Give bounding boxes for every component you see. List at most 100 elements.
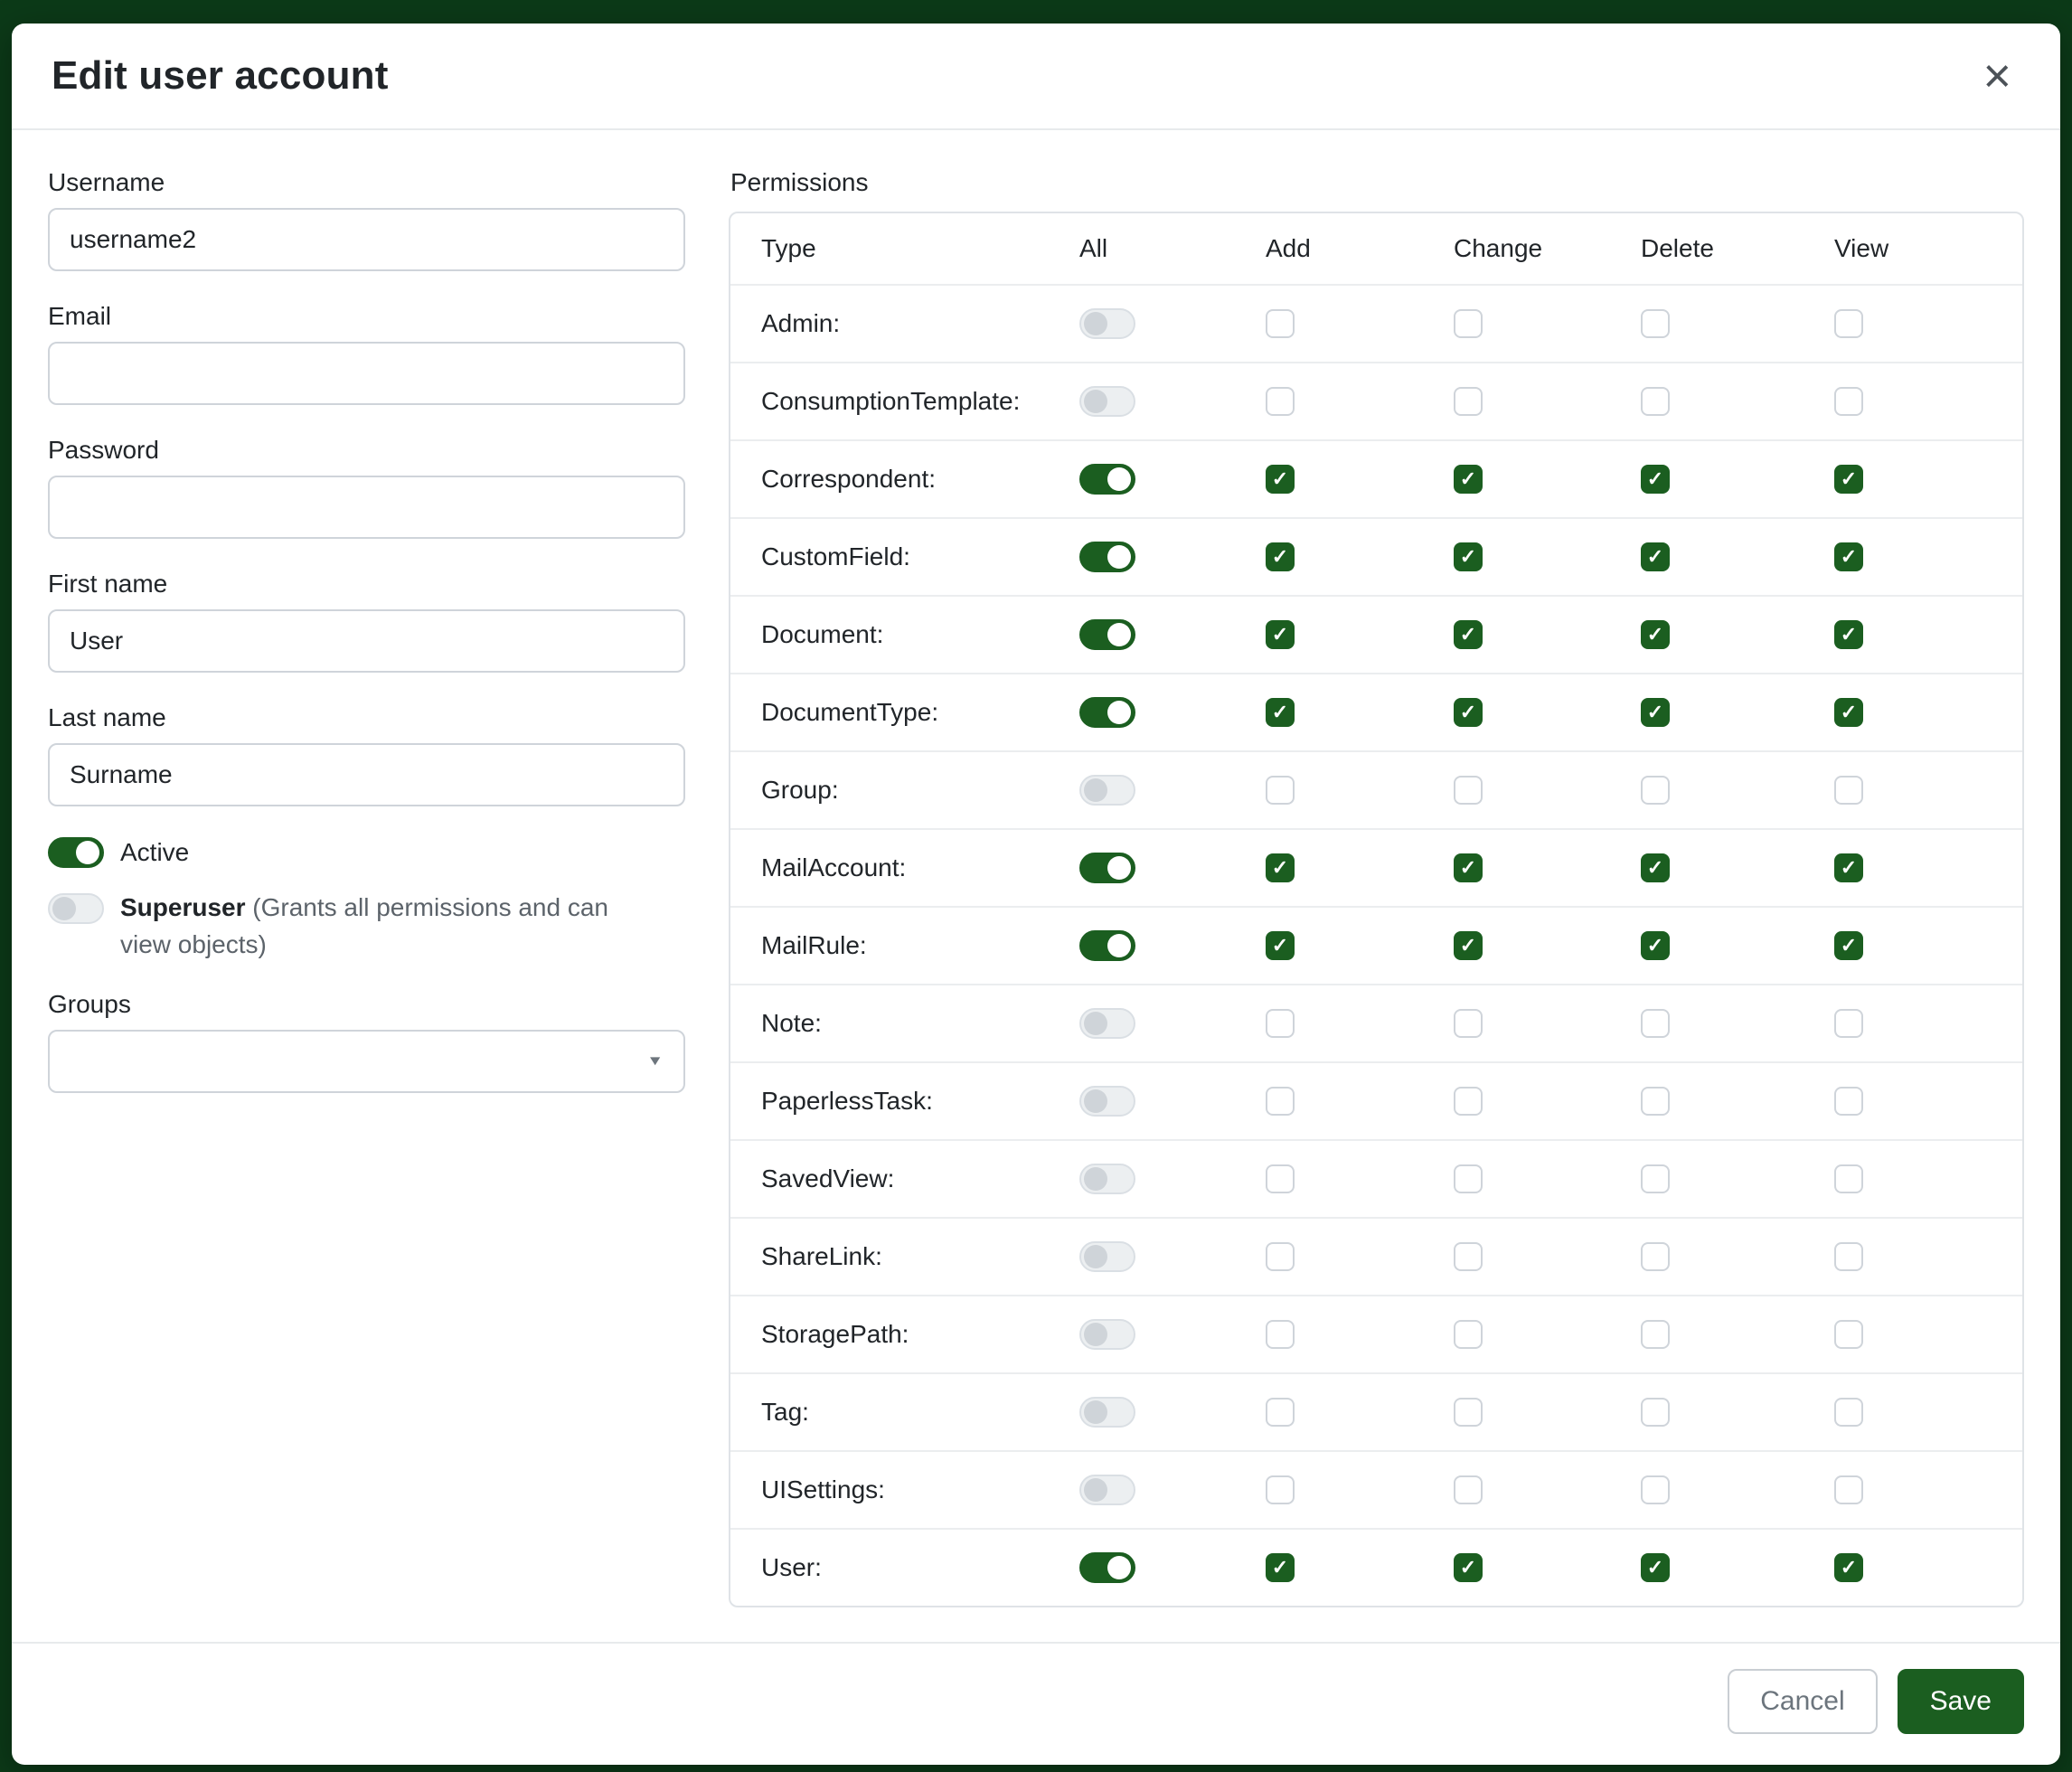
permission-all-toggle[interactable] bbox=[1079, 853, 1135, 883]
permission-all-toggle[interactable] bbox=[1079, 542, 1135, 572]
permission-view-checkbox[interactable] bbox=[1834, 1009, 1863, 1038]
permission-view-checkbox[interactable] bbox=[1834, 1242, 1863, 1271]
permission-all-toggle[interactable] bbox=[1079, 386, 1135, 417]
last-name-label: Last name bbox=[48, 703, 685, 732]
username-input[interactable] bbox=[48, 208, 685, 271]
superuser-toggle[interactable] bbox=[48, 893, 104, 924]
permission-all-toggle[interactable] bbox=[1079, 1086, 1135, 1117]
permission-change-checkbox[interactable] bbox=[1454, 1475, 1483, 1504]
permission-change-checkbox[interactable]: ✓ bbox=[1454, 698, 1483, 727]
first-name-input[interactable] bbox=[48, 609, 685, 673]
permission-view-checkbox[interactable]: ✓ bbox=[1834, 465, 1863, 494]
permission-view-checkbox[interactable]: ✓ bbox=[1834, 931, 1863, 960]
permission-delete-checkbox[interactable]: ✓ bbox=[1641, 542, 1670, 571]
permission-all-toggle[interactable] bbox=[1079, 1397, 1135, 1428]
permission-delete-checkbox[interactable]: ✓ bbox=[1641, 931, 1670, 960]
permission-all-toggle[interactable] bbox=[1079, 619, 1135, 650]
email-input[interactable] bbox=[48, 342, 685, 405]
permission-change-checkbox[interactable]: ✓ bbox=[1454, 1553, 1483, 1582]
permission-add-checkbox[interactable] bbox=[1266, 1398, 1295, 1427]
permission-add-checkbox[interactable]: ✓ bbox=[1266, 465, 1295, 494]
permission-add-checkbox[interactable]: ✓ bbox=[1266, 698, 1295, 727]
permission-change-checkbox[interactable] bbox=[1454, 1164, 1483, 1193]
permission-add-checkbox[interactable] bbox=[1266, 1475, 1295, 1504]
permission-delete-checkbox[interactable] bbox=[1641, 309, 1670, 338]
groups-select[interactable]: ▼ bbox=[48, 1030, 685, 1093]
permission-add-checkbox[interactable] bbox=[1266, 309, 1295, 338]
save-button[interactable]: Save bbox=[1898, 1669, 2024, 1734]
permission-delete-checkbox[interactable] bbox=[1641, 776, 1670, 805]
permission-add-checkbox[interactable]: ✓ bbox=[1266, 620, 1295, 649]
permission-all-toggle[interactable] bbox=[1079, 775, 1135, 806]
permission-view-checkbox[interactable]: ✓ bbox=[1834, 698, 1863, 727]
permission-change-checkbox[interactable] bbox=[1454, 1320, 1483, 1349]
permission-add-checkbox[interactable]: ✓ bbox=[1266, 931, 1295, 960]
permission-change-checkbox[interactable] bbox=[1454, 1087, 1483, 1116]
permission-view-checkbox[interactable] bbox=[1834, 1475, 1863, 1504]
permission-view-checkbox[interactable] bbox=[1834, 1164, 1863, 1193]
permission-delete-checkbox[interactable] bbox=[1641, 1164, 1670, 1193]
permission-all-toggle[interactable] bbox=[1079, 1008, 1135, 1039]
permission-delete-checkbox[interactable]: ✓ bbox=[1641, 465, 1670, 494]
permission-change-checkbox[interactable]: ✓ bbox=[1454, 542, 1483, 571]
permission-change-checkbox[interactable] bbox=[1454, 1242, 1483, 1271]
permission-add-checkbox[interactable] bbox=[1266, 1087, 1295, 1116]
permission-add-checkbox[interactable] bbox=[1266, 776, 1295, 805]
permission-add-checkbox[interactable] bbox=[1266, 1164, 1295, 1193]
permission-add-checkbox[interactable] bbox=[1266, 387, 1295, 416]
active-toggle[interactable] bbox=[48, 837, 104, 868]
permission-add-checkbox[interactable] bbox=[1266, 1320, 1295, 1349]
active-row: Active bbox=[48, 837, 685, 868]
permission-add-checkbox[interactable] bbox=[1266, 1009, 1295, 1038]
permission-view-checkbox[interactable]: ✓ bbox=[1834, 853, 1863, 882]
close-button[interactable]: × bbox=[1973, 46, 2020, 106]
permission-all-toggle[interactable] bbox=[1079, 1552, 1135, 1583]
permission-all-toggle[interactable] bbox=[1079, 464, 1135, 495]
permission-view-checkbox[interactable] bbox=[1834, 309, 1863, 338]
permission-add-checkbox[interactable]: ✓ bbox=[1266, 1553, 1295, 1582]
permission-row: Admin: bbox=[730, 284, 2022, 362]
permission-delete-checkbox[interactable] bbox=[1641, 1087, 1670, 1116]
permission-view-checkbox[interactable] bbox=[1834, 1087, 1863, 1116]
permission-all-toggle[interactable] bbox=[1079, 930, 1135, 961]
permission-change-checkbox[interactable] bbox=[1454, 1398, 1483, 1427]
permission-all-toggle[interactable] bbox=[1079, 1164, 1135, 1194]
permission-view-checkbox[interactable]: ✓ bbox=[1834, 620, 1863, 649]
permission-row: Note: bbox=[730, 984, 2022, 1061]
password-input[interactable] bbox=[48, 476, 685, 539]
permission-change-checkbox[interactable]: ✓ bbox=[1454, 465, 1483, 494]
permission-delete-checkbox[interactable]: ✓ bbox=[1641, 620, 1670, 649]
permission-all-toggle[interactable] bbox=[1079, 697, 1135, 728]
permission-delete-checkbox[interactable]: ✓ bbox=[1641, 1553, 1670, 1582]
permission-delete-checkbox[interactable] bbox=[1641, 1398, 1670, 1427]
permission-delete-checkbox[interactable] bbox=[1641, 387, 1670, 416]
permission-delete-checkbox[interactable] bbox=[1641, 1475, 1670, 1504]
permission-change-checkbox[interactable] bbox=[1454, 387, 1483, 416]
cancel-button[interactable]: Cancel bbox=[1728, 1669, 1877, 1734]
permission-delete-checkbox[interactable] bbox=[1641, 1320, 1670, 1349]
permission-all-toggle[interactable] bbox=[1079, 1319, 1135, 1350]
permission-view-checkbox[interactable] bbox=[1834, 387, 1863, 416]
permission-change-checkbox[interactable] bbox=[1454, 309, 1483, 338]
permission-view-checkbox[interactable]: ✓ bbox=[1834, 542, 1863, 571]
permission-delete-checkbox[interactable] bbox=[1641, 1242, 1670, 1271]
permission-add-checkbox[interactable]: ✓ bbox=[1266, 542, 1295, 571]
permission-view-checkbox[interactable] bbox=[1834, 1320, 1863, 1349]
permission-delete-checkbox[interactable]: ✓ bbox=[1641, 698, 1670, 727]
permission-all-toggle[interactable] bbox=[1079, 1475, 1135, 1505]
permission-add-checkbox[interactable] bbox=[1266, 1242, 1295, 1271]
permission-add-checkbox[interactable]: ✓ bbox=[1266, 853, 1295, 882]
permission-view-checkbox[interactable]: ✓ bbox=[1834, 1553, 1863, 1582]
last-name-input[interactable] bbox=[48, 743, 685, 806]
permission-view-checkbox[interactable] bbox=[1834, 776, 1863, 805]
permission-change-checkbox[interactable]: ✓ bbox=[1454, 620, 1483, 649]
permission-change-checkbox[interactable] bbox=[1454, 776, 1483, 805]
permission-change-checkbox[interactable]: ✓ bbox=[1454, 853, 1483, 882]
permission-all-toggle[interactable] bbox=[1079, 1241, 1135, 1272]
permission-change-checkbox[interactable] bbox=[1454, 1009, 1483, 1038]
permission-view-checkbox[interactable] bbox=[1834, 1398, 1863, 1427]
permission-change-checkbox[interactable]: ✓ bbox=[1454, 931, 1483, 960]
permission-delete-checkbox[interactable]: ✓ bbox=[1641, 853, 1670, 882]
permission-delete-checkbox[interactable] bbox=[1641, 1009, 1670, 1038]
permission-all-toggle[interactable] bbox=[1079, 308, 1135, 339]
